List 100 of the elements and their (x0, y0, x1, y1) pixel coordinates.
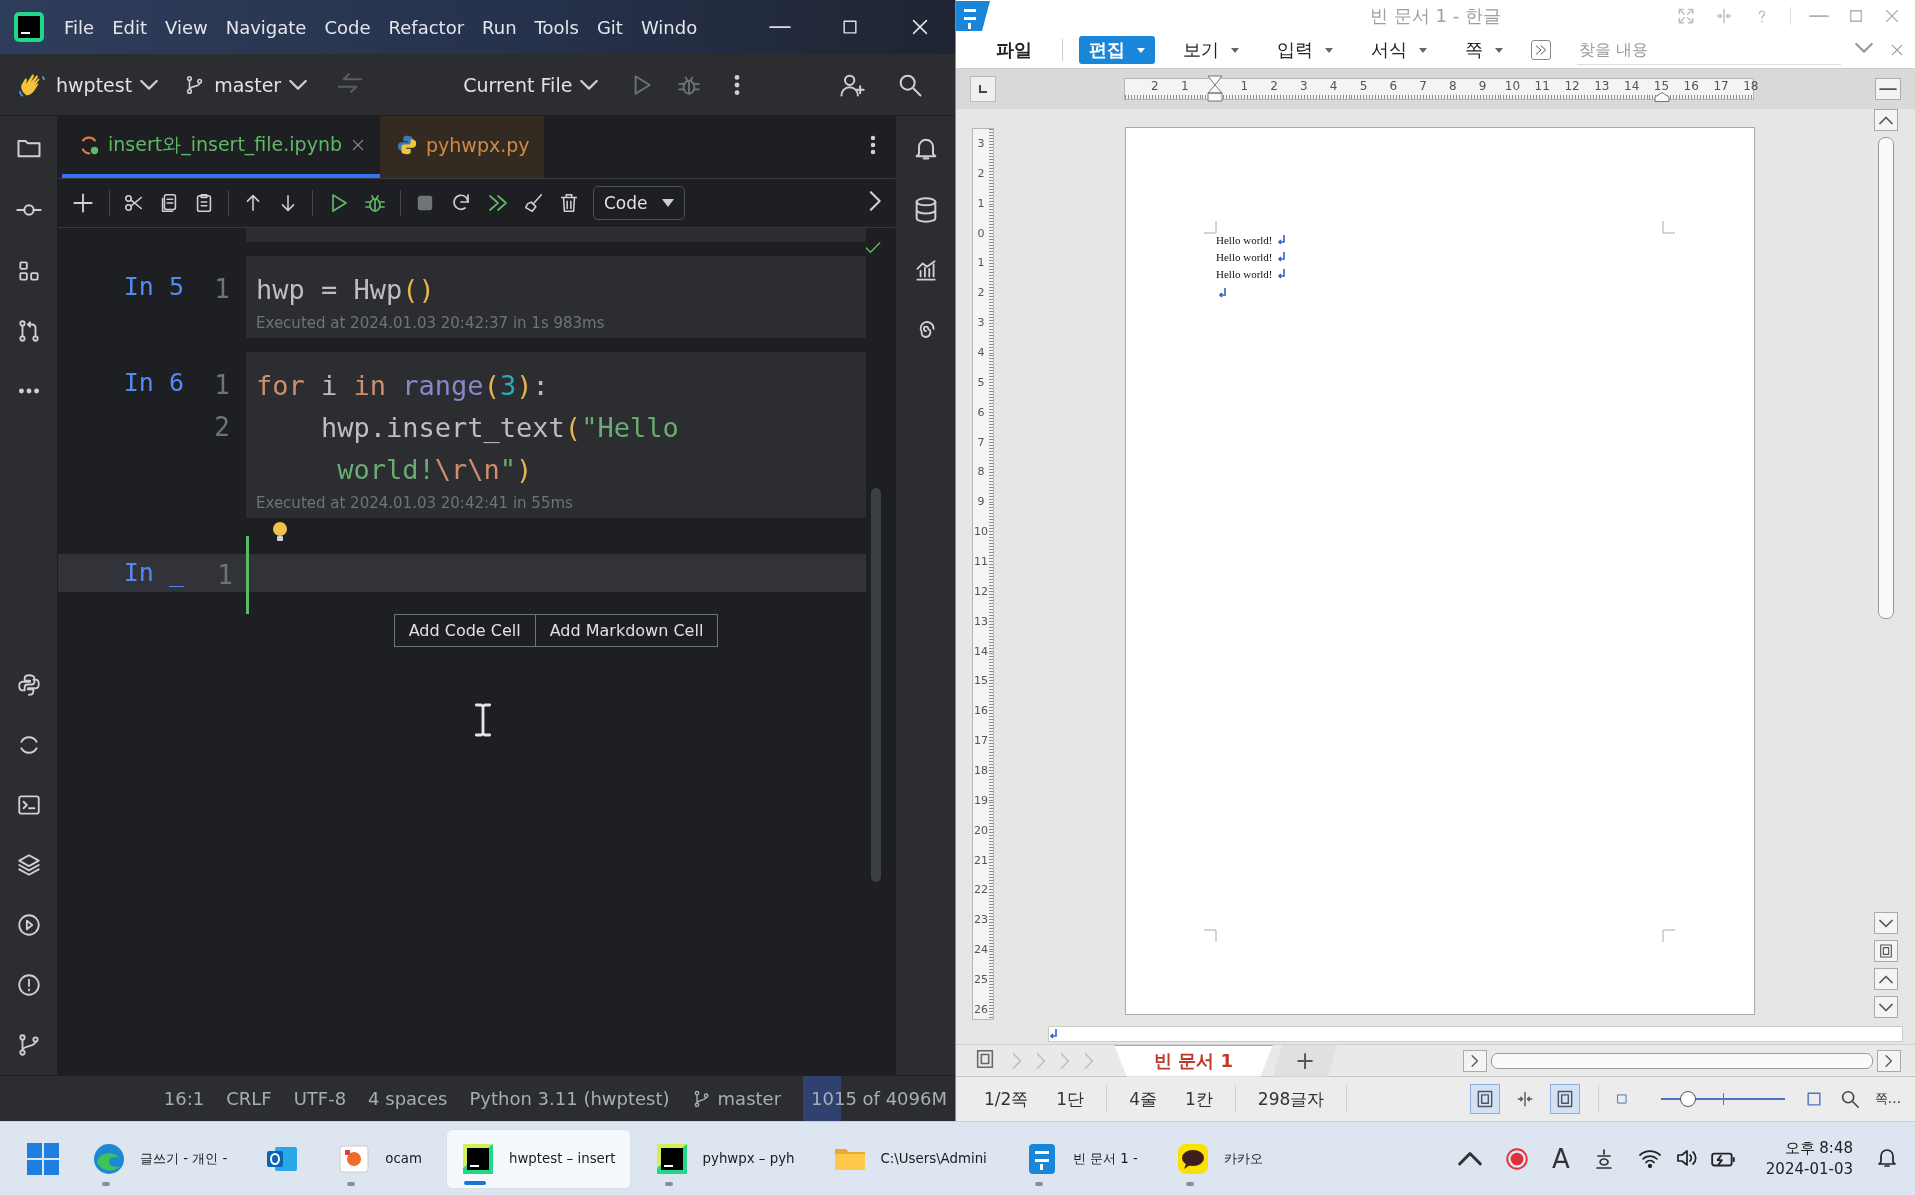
ruler-number: 10 (973, 524, 989, 541)
code-line: for i in range(3): (255, 369, 549, 401)
record-icon[interactable] (1504, 1145, 1530, 1172)
line-number: 1 (213, 370, 230, 400)
chevron-right-icon[interactable] (868, 191, 881, 211)
branch-selector[interactable]: master (178, 64, 314, 105)
scrollbar-thumb[interactable] (1878, 137, 1894, 619)
next-page-button[interactable] (1874, 996, 1898, 1018)
scroll-right-button[interactable] (1877, 1049, 1901, 1072)
taskbar-button[interactable]: pyhwpx – pyh (640, 1128, 809, 1189)
menu-item[interactable]: Git (590, 12, 629, 42)
taskbar-button[interactable]: 카카오 (1161, 1128, 1277, 1189)
scrollbar-thumb[interactable] (1491, 1052, 1873, 1069)
ruler-number: 9 (1477, 80, 1488, 92)
status-branch[interactable]: master (691, 1088, 782, 1109)
vertical-ruler[interactable]: 3 2 1 0 1 2 3 4 5 6 7 8 9 10 11 12 13 14 15 16 17 18 19 20 21 22 23 24 25 26 (972, 128, 994, 1020)
layers-icon[interactable] (15, 852, 42, 878)
project-selector[interactable]: hwptest (50, 64, 165, 105)
ribbon-tab[interactable]: 파일 (986, 36, 1042, 64)
menu-item[interactable]: File (58, 12, 101, 42)
ribbon-tab[interactable]: 편집 (1079, 36, 1155, 64)
scrollbar-thumb[interactable] (871, 488, 881, 882)
taskbar-button[interactable]: C:\Users\Admini (818, 1128, 1001, 1189)
delete-icon[interactable] (558, 192, 580, 214)
ruler-number: 12 (1563, 80, 1581, 92)
ribbon-tab[interactable]: 서식 (1361, 36, 1437, 64)
python-console-icon[interactable] (15, 672, 42, 698)
run-configuration-selector[interactable]: Current File (457, 64, 605, 105)
close-icon[interactable] (350, 137, 366, 153)
status-item: 1/2쪽 (983, 1087, 1030, 1111)
minimize-icon (769, 25, 791, 29)
more-button[interactable] (1531, 40, 1551, 60)
taskbar-button[interactable]: 빈 문서 1 - (1010, 1128, 1152, 1189)
caret-icon (661, 199, 674, 207)
terminal-icon[interactable] (15, 792, 42, 818)
add-cell-button[interactable]: Add Markdown Cell (535, 614, 719, 647)
ribbon-tab[interactable]: 보기 (1173, 36, 1249, 64)
small-page-icon (1614, 1092, 1629, 1106)
caret-icon (1419, 47, 1427, 53)
status-item[interactable]: CRLF (226, 1088, 272, 1109)
right-margin-marker-icon[interactable] (1653, 92, 1671, 102)
ruler-number: 21 (973, 852, 989, 869)
taskbar-button[interactable]: hwptest – insert (446, 1128, 631, 1189)
previous-page-button[interactable] (1874, 968, 1898, 990)
ribbon-tab[interactable]: 쪽 (1455, 36, 1513, 64)
status-item[interactable]: 16:1 (163, 1088, 205, 1109)
ruler-number: 1 (976, 195, 986, 212)
menu-item[interactable]: Edit (106, 12, 153, 42)
show-hidden-icons-icon[interactable] (1458, 1150, 1482, 1167)
taskbar-button[interactable]: 글쓰기 - 개인 - (78, 1128, 242, 1189)
input-mode-indicator[interactable]: A (1552, 1143, 1570, 1174)
ruler-number: 3 (1299, 80, 1309, 92)
scroll-down-button[interactable] (1874, 912, 1898, 934)
menu-item[interactable]: Run (476, 12, 523, 42)
menu-item[interactable]: View (159, 12, 214, 42)
view-mode-button[interactable] (1469, 1084, 1500, 1114)
search-field[interactable]: 찾을 내용 (1577, 35, 1841, 65)
memory-indicator[interactable]: 1015 of 4096M (803, 1075, 955, 1121)
ruler-number: 18 (973, 763, 989, 780)
start-button[interactable] (26, 1141, 60, 1176)
taskbar-button[interactable]: ocam (323, 1128, 436, 1189)
run-icon[interactable] (15, 912, 42, 938)
paragraph-field[interactable] (1048, 1026, 1903, 1042)
cut-icon[interactable] (123, 192, 145, 214)
lightbulb-icon[interactable] (271, 520, 289, 544)
line-number: 1 (216, 560, 233, 590)
paragraph-mark-icon (1276, 234, 1286, 245)
menu-item[interactable]: Navigate (219, 12, 313, 42)
scroll-left-button[interactable] (1463, 1049, 1487, 1072)
scroll-up-button[interactable] (1874, 109, 1898, 131)
indent-marker-icon[interactable] (1206, 75, 1224, 103)
ruler-number: 4 (1328, 80, 1339, 92)
status-item[interactable]: 4 spaces (368, 1088, 448, 1109)
ribbon-tab[interactable]: 입력 (1267, 36, 1343, 64)
editor-tab[interactable]: pyhwpx.py (380, 116, 544, 178)
menu-item[interactable]: Code (318, 12, 377, 42)
document-tab[interactable]: 빈 문서 1 (1114, 1044, 1274, 1077)
cell-type-dropdown[interactable]: Code (593, 186, 685, 220)
clock[interactable]: 오후 8:48 2024-01-03 (1765, 1137, 1853, 1180)
menu-item[interactable]: Windo (634, 12, 704, 42)
clear-outputs-icon[interactable] (523, 192, 545, 214)
ruler-number: 12 (973, 583, 989, 600)
problems-icon[interactable] (15, 972, 42, 998)
split-view-button[interactable] (1875, 78, 1901, 100)
memo-icon[interactable] (974, 1047, 996, 1070)
add-tab-button[interactable]: + (1273, 1044, 1338, 1077)
document-page[interactable]: Hello world! Hello world! Hello world! (1125, 127, 1755, 1015)
status-item[interactable]: UTF-8 (293, 1088, 347, 1109)
tab-stop-button[interactable] (970, 76, 996, 102)
page-view-button[interactable] (1874, 940, 1898, 962)
ruler-number: 16 (973, 703, 989, 720)
status-item[interactable]: Python 3.11 (hwptest) (469, 1088, 670, 1109)
page-menu-button[interactable]: 쪽… (1860, 1090, 1915, 1108)
add-cell-button[interactable]: Add Code Cell (393, 614, 536, 647)
menu-item[interactable]: Refactor (382, 12, 471, 42)
chevron-down-icon[interactable] (1855, 42, 1873, 54)
close-icon[interactable] (1889, 42, 1905, 58)
menu-item[interactable]: Tools (528, 12, 585, 42)
zoom-slider[interactable] (1660, 1091, 1785, 1107)
view-mode-button[interactable] (1549, 1084, 1580, 1114)
